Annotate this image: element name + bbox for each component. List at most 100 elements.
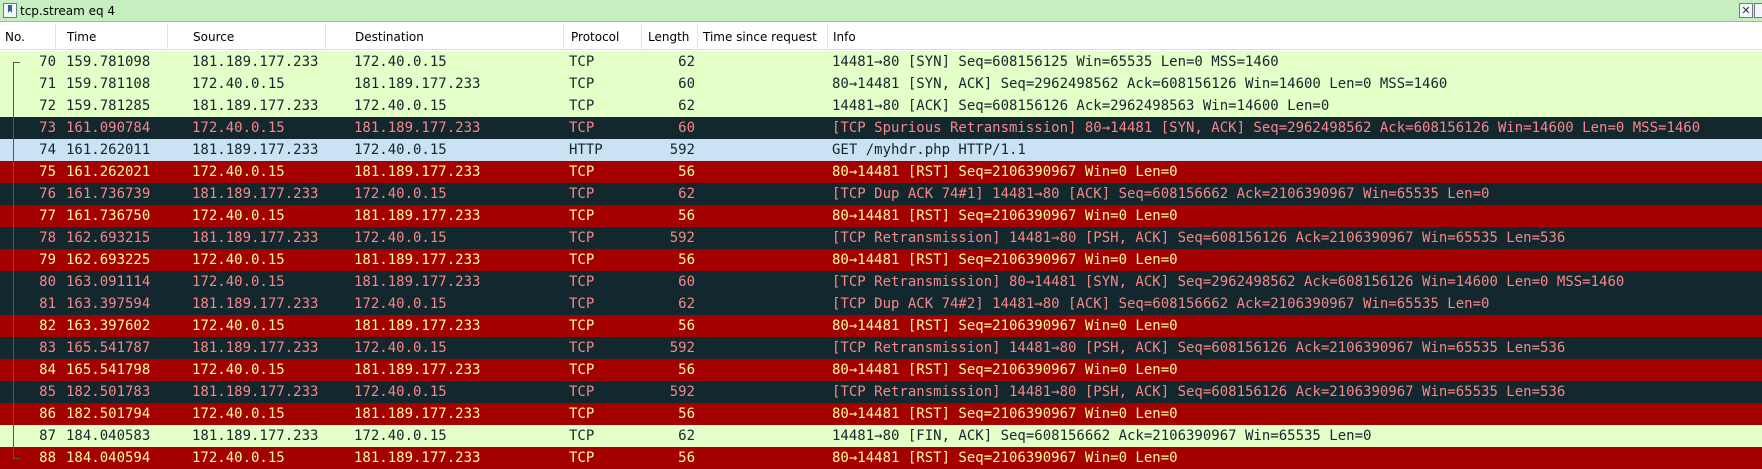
- cell-time: 182.501783: [66, 384, 151, 400]
- cell-info: 80→14481 [RST] Seq=2106390967 Win=0 Len=…: [832, 318, 1178, 334]
- cell-info: 80→14481 [RST] Seq=2106390967 Win=0 Len=…: [832, 406, 1178, 422]
- cell-source: 181.189.177.233: [192, 428, 319, 444]
- cell-source: 172.40.0.15: [192, 362, 285, 378]
- cell-length: 592: [669, 142, 695, 158]
- cell-no: 74: [39, 142, 56, 158]
- cell-time-since-request: [702, 293, 822, 315]
- cell-info: GET /myhdr.php HTTP/1.1: [832, 142, 1026, 158]
- column-header-time[interactable]: Time: [62, 24, 168, 50]
- packet-row[interactable]: 85 182.501783 181.189.177.233 172.40.0.15 TC…: [0, 381, 1762, 403]
- cell-protocol: TCP: [569, 230, 595, 246]
- bookmark-icon[interactable]: [3, 3, 17, 18]
- cell-info: 80→14481 [RST] Seq=2106390967 Win=0 Len=…: [832, 362, 1178, 378]
- cell-destination: 172.40.0.15: [354, 98, 447, 114]
- cell-length: 56: [678, 252, 695, 268]
- packet-row[interactable]: 72 159.781285 181.189.177.233 172.40.0.15 TC…: [0, 95, 1762, 117]
- cell-time: 159.781098: [66, 54, 151, 70]
- packet-list: 70 159.781098 181.189.177.233 172.40.0.15 TC…: [0, 51, 1762, 469]
- cell-protocol: TCP: [569, 164, 595, 180]
- cell-length: 62: [678, 428, 695, 444]
- cell-source: 172.40.0.15: [192, 76, 285, 92]
- cell-time: 159.781285: [66, 98, 151, 114]
- column-header-time-since-request[interactable]: Time since request: [698, 24, 828, 50]
- cell-no: 78: [39, 230, 56, 246]
- column-header-destination[interactable]: Destination: [350, 24, 564, 50]
- cell-time-since-request: [702, 183, 822, 205]
- packet-row[interactable]: 76 161.736739 181.189.177.233 172.40.0.15 TC…: [0, 183, 1762, 205]
- cell-info: [TCP Retransmission] 14481→80 [PSH, ACK]…: [832, 230, 1566, 246]
- cell-time-since-request: [702, 161, 822, 183]
- packet-row[interactable]: 77 161.736750 172.40.0.15 181.189.177.233 TC…: [0, 205, 1762, 227]
- packet-row[interactable]: 88 184.040594 172.40.0.15 181.189.177.233 TC…: [0, 447, 1762, 469]
- cell-info: 80→14481 [RST] Seq=2106390967 Win=0 Len=…: [832, 252, 1178, 268]
- cell-source: 172.40.0.15: [192, 274, 285, 290]
- cell-destination: 181.189.177.233: [354, 164, 481, 180]
- packet-row[interactable]: 84 165.541798 172.40.0.15 181.189.177.233 TC…: [0, 359, 1762, 381]
- packet-row[interactable]: 75 161.262021 172.40.0.15 181.189.177.233 TC…: [0, 161, 1762, 183]
- cell-protocol: TCP: [569, 318, 595, 334]
- cell-source: 181.189.177.233: [192, 296, 319, 312]
- packet-row[interactable]: 81 163.397594 181.189.177.233 172.40.0.15 TC…: [0, 293, 1762, 315]
- cell-no: 70: [39, 54, 56, 70]
- display-filter-input[interactable]: [20, 0, 1720, 22]
- cell-source: 172.40.0.15: [192, 208, 285, 224]
- column-header-no[interactable]: No.: [0, 24, 56, 50]
- cell-protocol: TCP: [569, 428, 595, 444]
- cell-destination: 172.40.0.15: [354, 186, 447, 202]
- cell-time-since-request: [702, 117, 822, 139]
- cell-length: 62: [678, 296, 695, 312]
- cell-source: 172.40.0.15: [192, 318, 285, 334]
- packet-row[interactable]: 86 182.501794 172.40.0.15 181.189.177.233 TC…: [0, 403, 1762, 425]
- column-header-info[interactable]: Info: [828, 24, 1762, 50]
- cell-no: 84: [39, 362, 56, 378]
- cell-time-since-request: [702, 403, 822, 425]
- cell-time: 162.693215: [66, 230, 151, 246]
- packet-row[interactable]: 80 163.091114 172.40.0.15 181.189.177.233 TC…: [0, 271, 1762, 293]
- cell-protocol: TCP: [569, 186, 595, 202]
- cell-protocol: TCP: [569, 98, 595, 114]
- cell-no: 81: [39, 296, 56, 312]
- packet-row[interactable]: 87 184.040583 181.189.177.233 172.40.0.15 TC…: [0, 425, 1762, 447]
- cell-info: 80→14481 [RST] Seq=2106390967 Win=0 Len=…: [832, 208, 1178, 224]
- cell-info: [TCP Dup ACK 74#1] 14481→80 [ACK] Seq=60…: [832, 186, 1490, 202]
- cell-info: 80→14481 [SYN, ACK] Seq=2962498562 Ack=6…: [832, 76, 1448, 92]
- cell-source: 181.189.177.233: [192, 98, 319, 114]
- cell-time-since-request: [702, 381, 822, 403]
- cell-source: 181.189.177.233: [192, 230, 319, 246]
- cell-destination: 172.40.0.15: [354, 142, 447, 158]
- packet-row[interactable]: 71 159.781108 172.40.0.15 181.189.177.233 TC…: [0, 73, 1762, 95]
- column-header-source[interactable]: Source: [188, 24, 326, 50]
- cell-length: 592: [669, 230, 695, 246]
- packet-row[interactable]: 82 163.397602 172.40.0.15 181.189.177.233 TC…: [0, 315, 1762, 337]
- cell-info: [TCP Retransmission] 14481→80 [PSH, ACK]…: [832, 340, 1566, 356]
- cell-length: 60: [678, 120, 695, 136]
- display-filter-bar: ✕: [0, 0, 1762, 22]
- packet-row[interactable]: 79 162.693225 172.40.0.15 181.189.177.233 TC…: [0, 249, 1762, 271]
- cell-time-since-request: [702, 205, 822, 227]
- cell-destination: 172.40.0.15: [354, 296, 447, 312]
- packet-row[interactable]: 83 165.541787 181.189.177.233 172.40.0.15 TC…: [0, 337, 1762, 359]
- packet-row[interactable]: 78 162.693215 181.189.177.233 172.40.0.15 TC…: [0, 227, 1762, 249]
- packet-row[interactable]: 73 161.090784 172.40.0.15 181.189.177.233 TC…: [0, 117, 1762, 139]
- cell-source: 172.40.0.15: [192, 252, 285, 268]
- cell-no: 73: [39, 120, 56, 136]
- clear-filter-icon[interactable]: ✕: [1739, 3, 1753, 18]
- cell-no: 87: [39, 428, 56, 444]
- cell-length: 56: [678, 318, 695, 334]
- cell-destination: 181.189.177.233: [354, 362, 481, 378]
- column-header-length[interactable]: Length: [643, 24, 698, 50]
- cell-protocol: TCP: [569, 54, 595, 70]
- cell-time: 184.040583: [66, 428, 151, 444]
- cell-time-since-request: [702, 337, 822, 359]
- conversation-bracket-end: [13, 458, 20, 459]
- packet-row[interactable]: 70 159.781098 181.189.177.233 172.40.0.15 TC…: [0, 51, 1762, 73]
- cell-time: 161.090784: [66, 120, 151, 136]
- column-header-protocol[interactable]: Protocol: [566, 24, 642, 50]
- cell-time-since-request: [702, 227, 822, 249]
- cell-source: 172.40.0.15: [192, 164, 285, 180]
- apply-filter-icon[interactable]: [1754, 3, 1762, 18]
- cell-source: 172.40.0.15: [192, 120, 285, 136]
- cell-length: 62: [678, 54, 695, 70]
- cell-destination: 172.40.0.15: [354, 384, 447, 400]
- packet-row[interactable]: 74 161.262011 181.189.177.233 172.40.0.15 HT…: [0, 139, 1762, 161]
